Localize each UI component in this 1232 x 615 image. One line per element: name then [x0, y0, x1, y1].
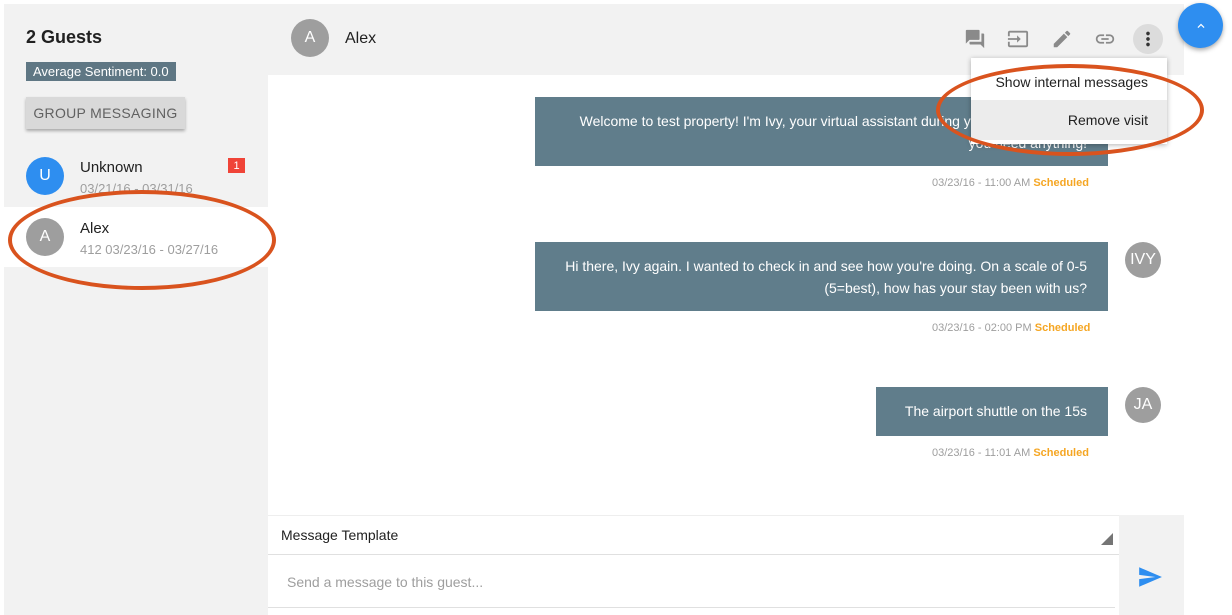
sentiment-badge: Average Sentiment: 0.0: [26, 62, 176, 81]
visit-options-menu: Show internal messages Remove visit: [971, 58, 1167, 144]
message-template-select[interactable]: Message Template: [268, 515, 1119, 555]
dropdown-caret-icon: [1101, 533, 1113, 545]
message-time: 03/23/16 - 02:00 PM: [932, 322, 1032, 334]
guest-count-title: 2 Guests: [26, 27, 103, 47]
avatar: JA: [1125, 387, 1161, 423]
group-messaging-button[interactable]: GROUP MESSAGING: [26, 97, 185, 129]
message-input[interactable]: [268, 556, 1115, 608]
checkout-icon[interactable]: [1005, 26, 1031, 52]
template-label: Message Template: [281, 527, 399, 543]
unread-count-badge: 1: [228, 158, 245, 173]
send-icon[interactable]: [1136, 564, 1164, 590]
message-bubble: Hi there, Ivy again. I wanted to check i…: [535, 242, 1108, 311]
message-bubble: The airport shuttle on the 15s: [876, 387, 1108, 436]
edit-icon[interactable]: [1049, 26, 1075, 52]
guest-sidebar: 2 Guests Average Sentiment: 0.0 GROUP ME…: [4, 4, 268, 615]
message-time: 03/23/16 - 11:00 AM: [932, 177, 1031, 189]
avatar: IVY: [1125, 242, 1161, 278]
guest-list-item-alex[interactable]: A Alex 412 03/23/16 - 03/27/16: [4, 207, 268, 267]
guest-name: Unknown: [80, 159, 143, 176]
guest-dates: 412 03/23/16 - 03/27/16: [80, 242, 219, 257]
guest-list-item-unknown[interactable]: U Unknown 03/21/16 - 03/31/16 1: [4, 146, 268, 206]
message-status: Scheduled: [1033, 177, 1089, 189]
guest-name: Alex: [80, 220, 110, 237]
guest-dates: 03/21/16 - 03/31/16: [80, 181, 193, 196]
more-vert-icon[interactable]: [1133, 24, 1163, 54]
message-meta: 03/23/16 - 11:01 AM Scheduled: [932, 447, 1089, 459]
message-status: Scheduled: [1034, 322, 1091, 334]
right-gutter: [1184, 4, 1232, 615]
message-meta: 03/23/16 - 11:00 AM Scheduled: [932, 177, 1089, 189]
message-status: Scheduled: [1033, 447, 1089, 459]
avatar: U: [26, 157, 64, 195]
link-icon[interactable]: [1092, 26, 1118, 52]
chat-icon[interactable]: [962, 26, 988, 52]
menu-item-remove-visit[interactable]: Remove visit: [971, 100, 1167, 140]
menu-item-show-internal[interactable]: Show internal messages: [971, 62, 1167, 102]
chevron-up-icon: [1197, 23, 1204, 28]
message-time: 03/23/16 - 11:01 AM: [932, 447, 1031, 459]
scroll-up-button[interactable]: [1178, 3, 1223, 48]
avatar: A: [26, 218, 64, 256]
header-guest-name: Alex: [345, 30, 377, 47]
message-meta: 03/23/16 - 02:00 PM Scheduled: [932, 322, 1090, 334]
avatar: A: [291, 19, 329, 57]
